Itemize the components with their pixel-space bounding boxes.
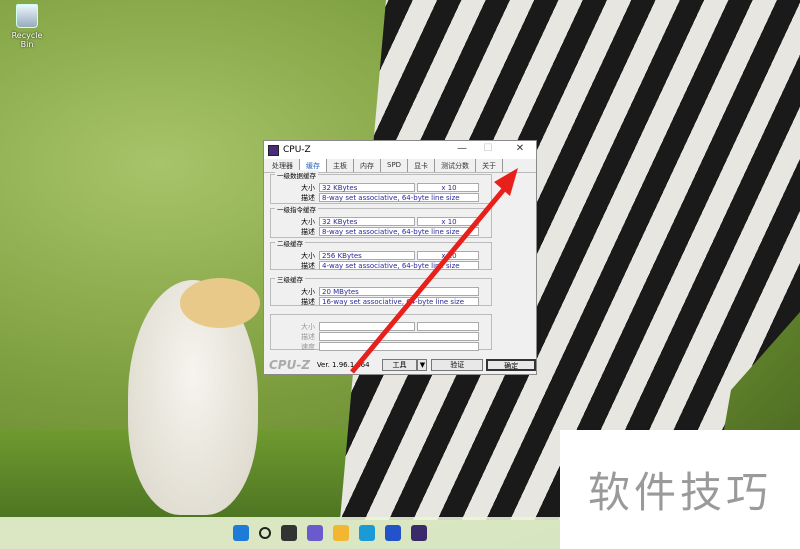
edge-icon[interactable]: [359, 525, 375, 541]
cpu-z-icon[interactable]: [411, 525, 427, 541]
arrow-shaft: [350, 186, 507, 374]
chat-icon[interactable]: [307, 525, 323, 541]
start-icon[interactable]: [233, 525, 249, 541]
file-explorer-icon[interactable]: [333, 525, 349, 541]
search-icon[interactable]: [259, 527, 271, 539]
watermark: 软件技巧: [560, 430, 800, 549]
task-view-icon[interactable]: [281, 525, 297, 541]
arrow-head: [494, 168, 518, 196]
security-icon[interactable]: [385, 525, 401, 541]
